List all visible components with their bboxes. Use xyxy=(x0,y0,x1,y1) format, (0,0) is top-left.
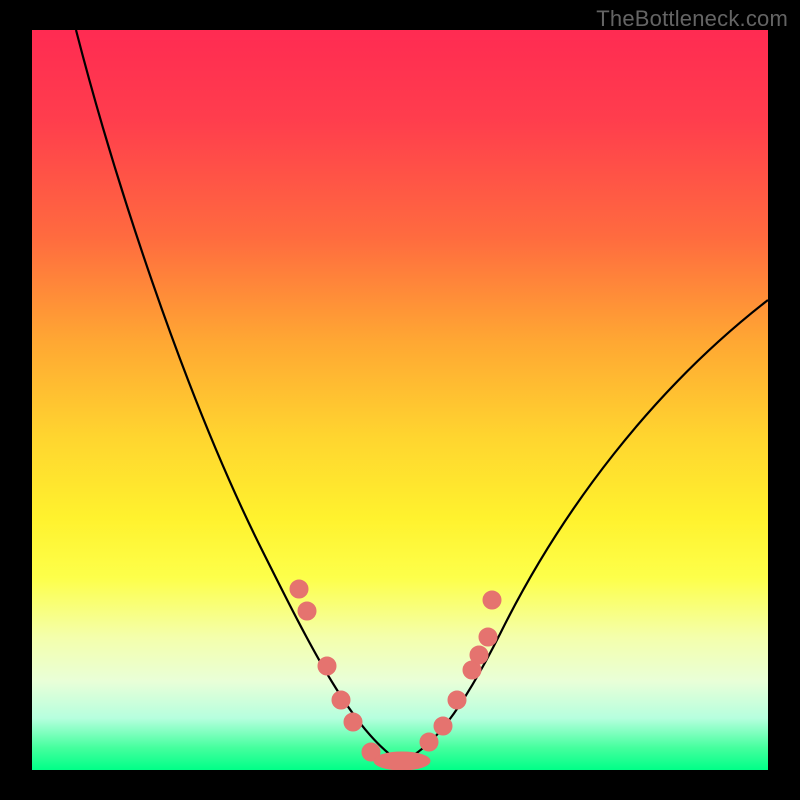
chart-frame: TheBottleneck.com xyxy=(0,0,800,800)
left-curve xyxy=(76,30,400,762)
plot-area xyxy=(32,30,768,770)
curve-layer xyxy=(32,30,768,770)
highlight-points xyxy=(290,580,501,770)
watermark-text: TheBottleneck.com xyxy=(596,6,788,32)
